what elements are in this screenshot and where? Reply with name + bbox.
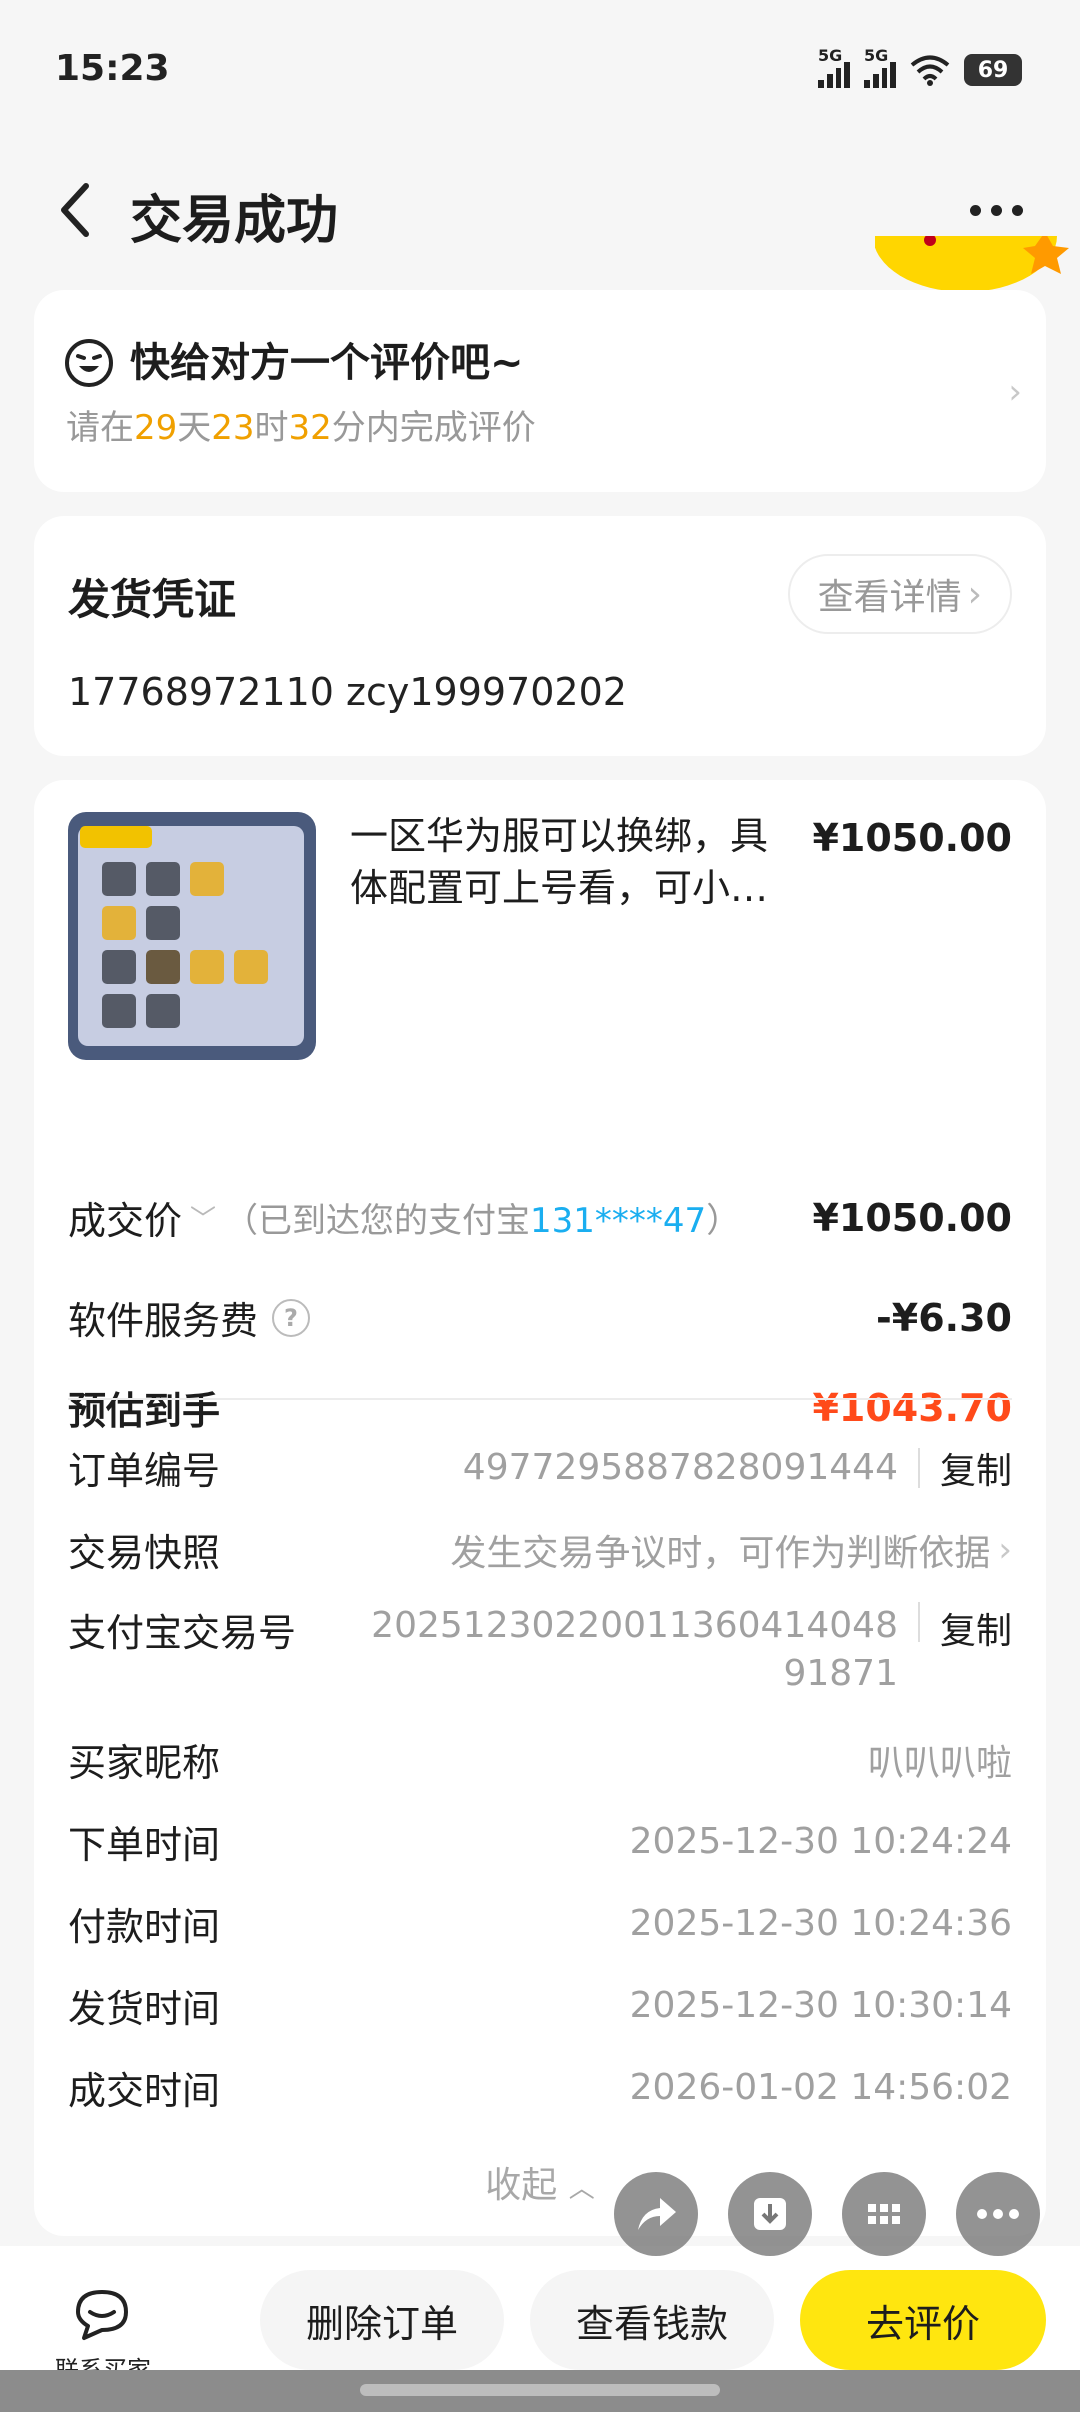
chevron-up-icon: ︿ xyxy=(568,2174,595,2204)
divider xyxy=(68,1398,1012,1400)
estimate-value: ¥1043.70 xyxy=(812,1385,1012,1430)
review-reminder-card[interactable]: 快给对方一个评价吧~ 请在29天23时32分内完成评价 › xyxy=(34,290,1046,492)
separator xyxy=(917,1602,920,1642)
order-no-row: 订单编号 4977295887828091444 复制 xyxy=(68,1440,1012,1495)
deal-time-label: 成交时间 xyxy=(68,2069,221,2113)
battery-icon: 69 xyxy=(964,54,1022,86)
page-title: 交易成功 xyxy=(130,191,339,251)
proof-value: 17768972110 zcy199970202 xyxy=(68,670,627,714)
help-icon[interactable]: ? xyxy=(272,1298,311,1337)
ship-time-value: 2025-12-30 10:30:14 xyxy=(629,1985,1012,2026)
buyer-value: 叭叭叭啦 xyxy=(867,1742,1012,1784)
back-icon[interactable] xyxy=(48,170,104,250)
buyer-row: 买家昵称 叭叭叭啦 xyxy=(68,1732,1012,1787)
shipping-proof-card: 发货凭证 查看详情 › 17768972110 zcy199970202 xyxy=(34,516,1046,756)
smiley-icon xyxy=(65,339,113,387)
status-bar: 15:23 5G 5G 69 xyxy=(0,0,1080,150)
buyer-label: 买家昵称 xyxy=(68,1741,221,1785)
chat-icon xyxy=(76,2290,128,2340)
view-detail-button[interactable]: 查看详情 › xyxy=(787,554,1012,634)
status-icons: 5G 5G 69 xyxy=(818,46,1022,88)
order-time-row: 下单时间 2025-12-30 10:24:24 xyxy=(68,1814,1012,1869)
ship-time-label: 发货时间 xyxy=(68,1987,221,2031)
deal-time-row: 成交时间 2026-01-02 14:56:02 xyxy=(68,2060,1012,2115)
copy-order-no-button[interactable]: 复制 xyxy=(940,1442,1012,1494)
wifi-icon xyxy=(910,55,950,86)
pay-time-label: 付款时间 xyxy=(68,1905,221,1949)
alipay-no-label: 支付宝交易号 xyxy=(68,1611,297,1655)
order-card: 一区华为服可以换绑，具体配置可上号看，可小… ¥1050.00 成交价 ﹀ （已… xyxy=(34,780,1046,2236)
chevron-right-icon: › xyxy=(998,1529,1012,1570)
review-heading: 快给对方一个评价吧~ xyxy=(130,340,524,386)
estimate-label: 预估到手 xyxy=(68,1389,221,1433)
pay-time-row: 付款时间 2025-12-30 10:24:36 xyxy=(68,1896,1012,1951)
go-review-button[interactable]: 去评价 xyxy=(800,2270,1046,2370)
status-time: 15:23 xyxy=(55,48,170,89)
mascot-decoration xyxy=(875,236,1069,292)
signal-icon-2: 5G xyxy=(864,46,896,88)
service-fee-label: 软件服务费 xyxy=(68,1299,259,1343)
deal-price-value: ¥1050.00 xyxy=(812,1195,1012,1240)
order-time-label: 下单时间 xyxy=(68,1823,221,1867)
estimate-row: 预估到手 ¥1043.70 xyxy=(68,1380,1012,1435)
home-indicator[interactable] xyxy=(360,2384,720,2396)
goods-price: ¥1050.00 xyxy=(812,816,1012,860)
review-countdown: 请在29天23时32分内完成评价 xyxy=(66,408,536,448)
deal-price-label[interactable]: 成交价 xyxy=(68,1190,182,1245)
deal-price-row: 成交价 ﹀ （已到达您的支付宝131****47） ¥1050.00 xyxy=(68,1190,1012,1245)
snapshot-row[interactable]: 交易快照 发生交易争议时，可作为判断依据 › xyxy=(68,1522,1012,1577)
dots-icon[interactable] xyxy=(956,2172,1040,2256)
deal-price-note: （已到达您的支付宝131****47） xyxy=(224,1201,741,1241)
service-fee-row: 软件服务费 ? -¥6.30 xyxy=(68,1290,1012,1345)
snapshot-label: 交易快照 xyxy=(68,1531,221,1575)
signal-icon: 5G xyxy=(818,46,850,88)
ship-time-row: 发货时间 2025-12-30 10:30:14 xyxy=(68,1978,1012,2033)
chevron-right-icon: › xyxy=(967,573,982,615)
goods-title[interactable]: 一区华为服可以换绑，具体配置可上号看，可小… xyxy=(350,810,800,914)
deal-time-value: 2026-01-02 14:56:02 xyxy=(629,2067,1012,2108)
proof-heading: 发货凭证 xyxy=(68,575,237,624)
copy-alipay-no-button[interactable]: 复制 xyxy=(940,1602,1012,1654)
grid-icon[interactable] xyxy=(842,2172,926,2256)
delete-order-button[interactable]: 删除订单 xyxy=(260,2270,504,2370)
order-no-value: 4977295887828091444 xyxy=(462,1447,898,1488)
goods-thumbnail[interactable] xyxy=(68,812,316,1060)
order-time-value: 2025-12-30 10:24:24 xyxy=(629,1821,1012,1862)
download-icon[interactable] xyxy=(728,2172,812,2256)
alipay-no-row: 支付宝交易号 20251230220011360414048 91871 复制 xyxy=(68,1602,1012,1698)
alipay-no-value: 20251230220011360414048 91871 xyxy=(371,1605,898,1694)
share-icon[interactable] xyxy=(614,2172,698,2256)
pay-time-value: 2025-12-30 10:24:36 xyxy=(629,1903,1012,1944)
separator xyxy=(917,1447,920,1488)
chevron-right-icon: › xyxy=(1008,372,1022,412)
view-money-button[interactable]: 查看钱款 xyxy=(530,2270,774,2370)
chevron-down-icon[interactable]: ﹀ xyxy=(190,1199,216,1236)
service-fee-value: -¥6.30 xyxy=(876,1295,1012,1340)
snapshot-value: 发生交易争议时，可作为判断依据 xyxy=(450,1532,991,1574)
order-no-label: 订单编号 xyxy=(68,1449,221,1493)
